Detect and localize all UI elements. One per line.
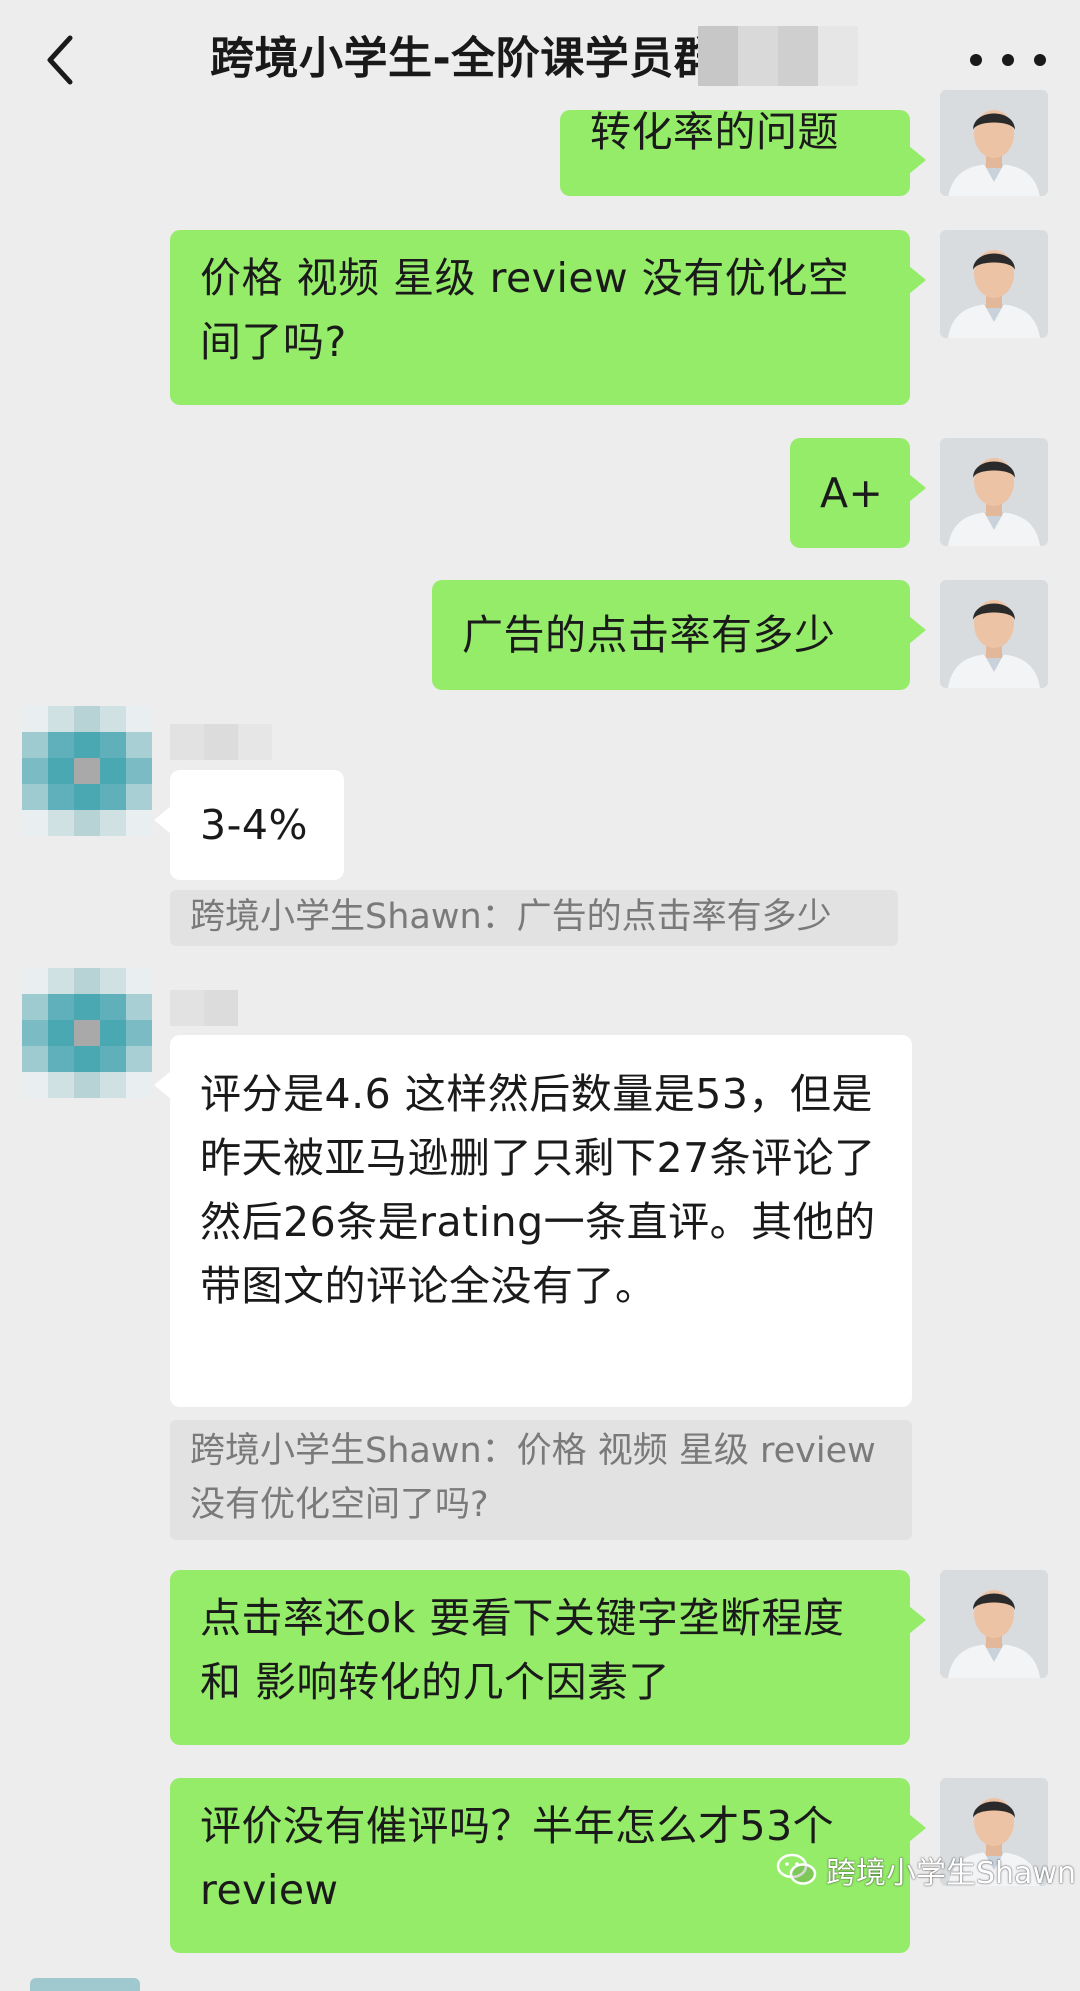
- message-text: 价格 视频 星级 review 没有优化空间了吗?: [200, 254, 850, 366]
- avatar[interactable]: [940, 1570, 1048, 1678]
- quote-text: 跨境小学生Shawn：价格 视频 星级 review 没有优化空间了吗?: [190, 1431, 876, 1525]
- sender-name-censor: [170, 724, 272, 760]
- message-bubble-received[interactable]: 3-4%: [154, 770, 344, 880]
- user-photo-icon: [940, 580, 1048, 688]
- chat-header: 跨境小学生-全阶课学员群: [0, 0, 1080, 120]
- sender-name-censor: [170, 990, 238, 1026]
- message-bubble-sent[interactable]: 价格 视频 星级 review 没有优化空间了吗?: [170, 230, 926, 405]
- quoted-reply[interactable]: 跨境小学生Shawn：价格 视频 星级 review 没有优化空间了吗?: [170, 1420, 912, 1540]
- user-photo-icon: [940, 1570, 1048, 1678]
- avatar-pixelated[interactable]: [22, 706, 152, 836]
- message-text: 转化率的问题: [590, 108, 839, 156]
- message-text: A+: [820, 469, 884, 517]
- watermark-text: 跨境小学生Shawn: [826, 1856, 1076, 1891]
- avatar[interactable]: [940, 580, 1048, 688]
- more-dots-icon: [970, 54, 1046, 66]
- quoted-reply[interactable]: 跨境小学生Shawn：广告的点击率有多少: [170, 890, 898, 946]
- user-photo-icon: [940, 438, 1048, 546]
- user-photo-icon: [940, 230, 1048, 338]
- message-bubble-sent[interactable]: 广告的点击率有多少: [432, 580, 926, 690]
- message-text: 3-4%: [200, 801, 308, 849]
- message-text: 评分是4.6 这样然后数量是53，但是昨天被亚马逊删了只剩下27条评论了然后26…: [200, 1070, 876, 1310]
- message-bubble-received[interactable]: 评分是4.6 这样然后数量是53，但是昨天被亚马逊删了只剩下27条评论了然后26…: [154, 1035, 912, 1407]
- quote-text: 跨境小学生Shawn：广告的点击率有多少: [190, 897, 832, 937]
- back-button[interactable]: [30, 28, 90, 92]
- wechat-icon: [776, 1853, 817, 1885]
- chevron-left-icon: [47, 35, 73, 85]
- avatar[interactable]: [940, 438, 1048, 546]
- message-text: 点击率还ok 要看下关键字垄断程度和 影响转化的几个因素了: [200, 1594, 845, 1706]
- avatar-pixelated[interactable]: [22, 968, 152, 1098]
- more-options-button[interactable]: [970, 30, 1046, 90]
- user-photo-icon: [940, 90, 1048, 196]
- message-text: 广告的点击率有多少: [462, 611, 836, 659]
- avatar[interactable]: [940, 90, 1048, 196]
- next-message-partial: [30, 1978, 140, 1991]
- message-bubble-sent[interactable]: 点击率还ok 要看下关键字垄断程度和 影响转化的几个因素了: [170, 1570, 926, 1745]
- chat-title: 跨境小学生-全阶课学员群: [210, 33, 719, 84]
- message-text: 评价没有催评吗？半年怎么才53个review: [200, 1802, 835, 1914]
- message-bubble-sent[interactable]: A+: [790, 438, 926, 548]
- avatar[interactable]: [940, 230, 1048, 338]
- watermark: 跨境小学生Shawn: [776, 1848, 1076, 1892]
- title-censor: [698, 26, 858, 86]
- message-bubble-sent[interactable]: 转化率的问题: [560, 108, 926, 196]
